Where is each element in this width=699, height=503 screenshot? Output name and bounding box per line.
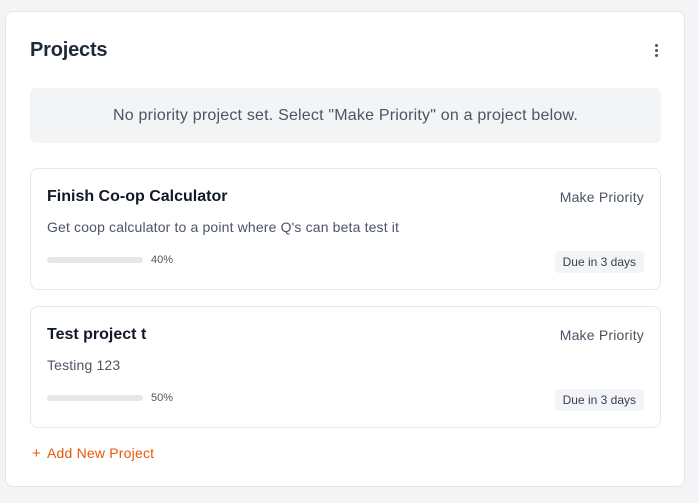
progress-percent: 40%: [151, 254, 174, 266]
project-description: Testing 123: [47, 357, 121, 373]
progress-fill: [47, 395, 95, 401]
progress-row: 50%: [47, 392, 173, 404]
add-new-project-label: Add New Project: [46, 445, 155, 461]
make-priority-button[interactable]: Make Priority: [560, 189, 644, 205]
make-priority-button[interactable]: Make Priority: [560, 327, 644, 343]
project-card: Test project t Make Priority Testing 123…: [30, 306, 661, 428]
progress-fill: [47, 257, 86, 263]
priority-notice: No priority project set. Select "Make Pr…: [30, 88, 661, 143]
due-badge: Due in 3 days: [554, 251, 644, 273]
panel-title: Projects: [30, 38, 108, 61]
progress-bar: [47, 395, 143, 401]
progress-row: 40%: [47, 254, 173, 266]
add-new-project-button[interactable]: + Add New Project: [32, 445, 154, 461]
project-description: Get coop calculator to a point where Q's…: [47, 219, 400, 235]
progress-bar: [47, 257, 143, 263]
panel-header: Projects: [30, 36, 660, 64]
project-title: Finish Co-op Calculator: [47, 188, 228, 205]
progress-percent: 50%: [151, 392, 174, 404]
plus-icon: +: [32, 444, 41, 462]
projects-panel: Projects No priority project set. Select…: [5, 11, 685, 487]
project-title: Test project t: [47, 326, 147, 343]
project-card: Finish Co-op Calculator Make Priority Ge…: [30, 168, 661, 290]
more-vertical-icon[interactable]: [644, 38, 668, 62]
due-badge: Due in 3 days: [554, 389, 644, 411]
